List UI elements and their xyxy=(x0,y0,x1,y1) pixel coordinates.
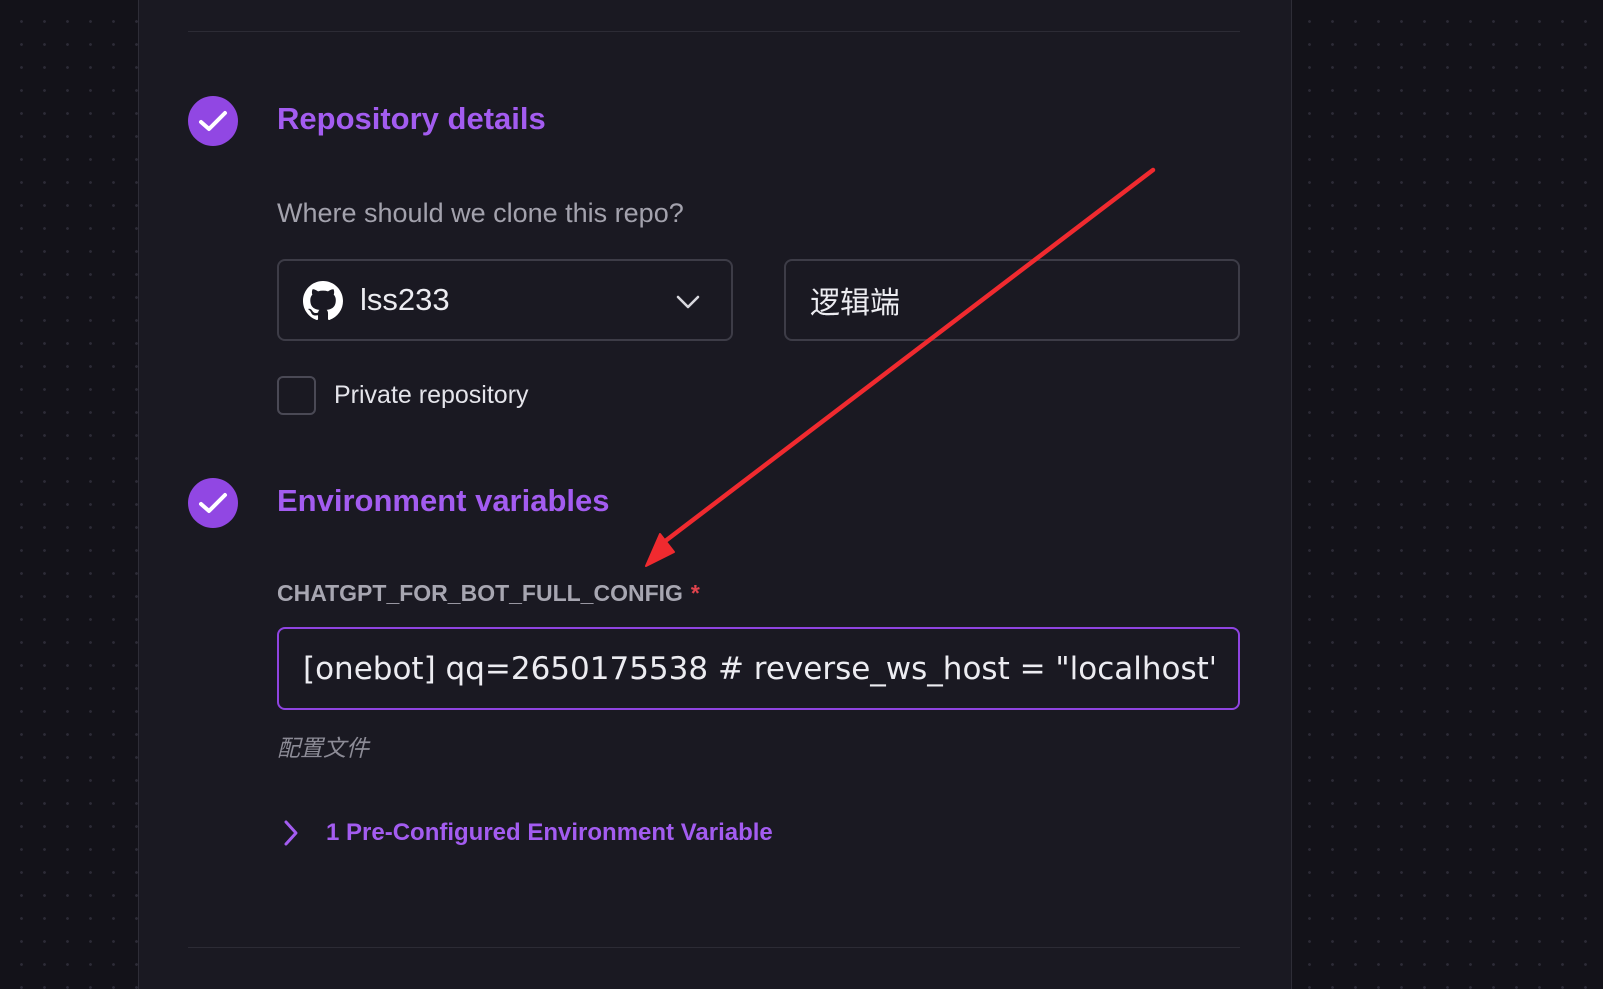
env-variable-value-input[interactable] xyxy=(277,627,1240,710)
repository-step-check-icon xyxy=(188,96,238,146)
private-repository-checkbox[interactable] xyxy=(277,376,316,415)
environment-step-check-icon xyxy=(188,478,238,528)
top-divider xyxy=(188,31,1240,32)
chevron-right-icon xyxy=(284,820,298,846)
repository-name-input[interactable] xyxy=(784,259,1240,341)
required-indicator: * xyxy=(690,580,700,606)
chevron-down-icon xyxy=(676,295,700,309)
github-icon xyxy=(303,281,343,321)
env-variable-description: 配置文件 xyxy=(277,736,369,762)
owner-label: lss233 xyxy=(360,282,450,317)
environment-variables-title: Environment variables xyxy=(277,483,610,518)
env-variable-label: CHATGPT_FOR_BOT_FULL_CONFIG * xyxy=(277,580,700,607)
env-variable-name: CHATGPT_FOR_BOT_FULL_CONFIG xyxy=(277,580,683,606)
owner-select[interactable]: lss233 xyxy=(277,259,733,341)
repository-details-title: Repository details xyxy=(277,101,546,136)
preconfigured-env-toggle[interactable]: 1 Pre-Configured Environment Variable xyxy=(282,813,773,853)
private-repository-label: Private repository xyxy=(334,381,529,409)
clone-location-question: Where should we clone this repo? xyxy=(277,198,684,228)
bottom-divider xyxy=(188,947,1240,948)
preconfigured-env-label: 1 Pre-Configured Environment Variable xyxy=(326,819,773,846)
